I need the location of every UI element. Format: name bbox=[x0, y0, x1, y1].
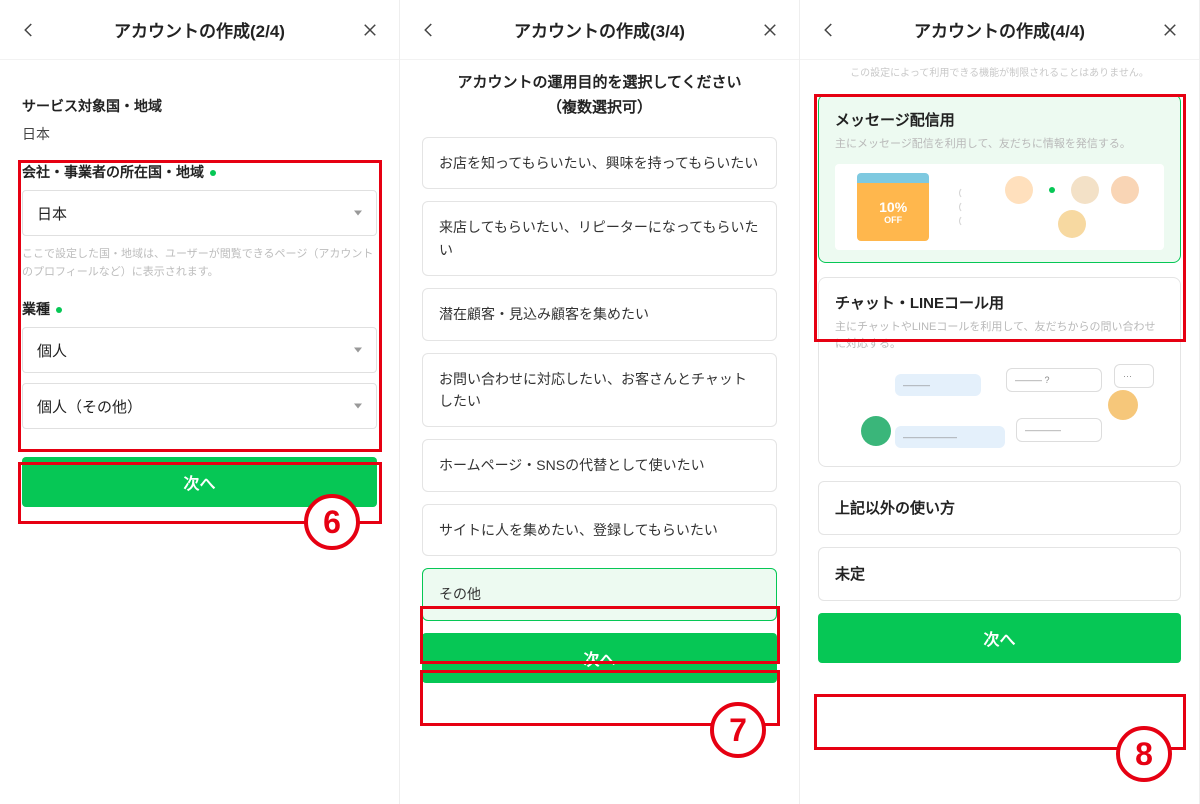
chat-bubble-icon: —————— bbox=[895, 426, 1005, 448]
subhead-line2: （複数選択可） bbox=[422, 97, 777, 126]
avatar-icon bbox=[861, 416, 891, 446]
back-icon[interactable] bbox=[18, 19, 40, 41]
close-icon[interactable] bbox=[1159, 19, 1181, 41]
back-icon[interactable] bbox=[818, 19, 840, 41]
top-note: この設定によって利用できる機能が制限されることはありません。 bbox=[800, 60, 1199, 82]
purpose-option[interactable]: 潜在顧客・見込み顧客を集めたい bbox=[422, 288, 777, 340]
close-icon[interactable] bbox=[359, 19, 381, 41]
purpose-option[interactable]: 来店してもらいたい、リピーターになってもらいたい bbox=[422, 201, 777, 276]
service-country-label: サービス対象国・地域 bbox=[22, 96, 377, 116]
avatar-icon bbox=[1108, 390, 1138, 420]
panel-step-4: アカウントの作成(4/4) この設定によって利用できる機能が制限されることはあり… bbox=[800, 0, 1200, 804]
close-icon[interactable] bbox=[759, 19, 781, 41]
page-title: アカウントの作成(4/4) bbox=[914, 17, 1085, 42]
chat-bubble-icon: ———— bbox=[1016, 418, 1102, 442]
panel-step-3: アカウントの作成(3/4) アカウントの運用目的を選択してください （複数選択可… bbox=[400, 0, 800, 804]
header: アカウントの作成(3/4) bbox=[400, 0, 799, 60]
chat-bubble-icon: ——— ? bbox=[1006, 368, 1102, 392]
annotation-box-card bbox=[814, 94, 1186, 342]
header: アカウントの作成(4/4) bbox=[800, 0, 1199, 60]
next-button[interactable]: 次へ bbox=[818, 613, 1181, 663]
usage-row-undecided[interactable]: 未定 bbox=[818, 547, 1181, 601]
annotation-box-form bbox=[18, 160, 382, 452]
card-illustration: ——— ——— ? —————— ··· ———— bbox=[835, 364, 1164, 454]
subheading: アカウントの運用目的を選択してください （複数選択可） bbox=[400, 60, 799, 125]
panel-step-2: アカウントの作成(2/4) サービス対象国・地域 日本 会社・事業者の所在国・地… bbox=[0, 0, 400, 804]
service-country-value: 日本 bbox=[22, 124, 377, 144]
purpose-option[interactable]: ホームページ・SNSの代替として使いたい bbox=[422, 439, 777, 491]
chat-bubble-icon: ··· bbox=[1114, 364, 1154, 388]
purpose-option[interactable]: お問い合わせに対応したい、お客さんとチャットしたい bbox=[422, 353, 777, 428]
usage-row-other[interactable]: 上記以外の使い方 bbox=[818, 481, 1181, 535]
chat-bubble-icon: ——— bbox=[895, 374, 981, 396]
options-list: お店を知ってもらいたい、興味を持ってもらいたい 来店してもらいたい、リピーターに… bbox=[400, 125, 799, 683]
annotation-badge-6: 6 bbox=[304, 494, 360, 550]
purpose-option[interactable]: サイトに人を集めたい、登録してもらいたい bbox=[422, 504, 777, 556]
header: アカウントの作成(2/4) bbox=[0, 0, 399, 60]
annotation-badge-8: 8 bbox=[1116, 726, 1172, 782]
purpose-option[interactable]: お店を知ってもらいたい、興味を持ってもらいたい bbox=[422, 137, 777, 189]
annotation-box-other bbox=[420, 606, 780, 664]
page-title: アカウントの作成(3/4) bbox=[514, 17, 685, 42]
back-icon[interactable] bbox=[418, 19, 440, 41]
page-title: アカウントの作成(2/4) bbox=[114, 17, 285, 42]
annotation-badge-7: 7 bbox=[710, 702, 766, 758]
